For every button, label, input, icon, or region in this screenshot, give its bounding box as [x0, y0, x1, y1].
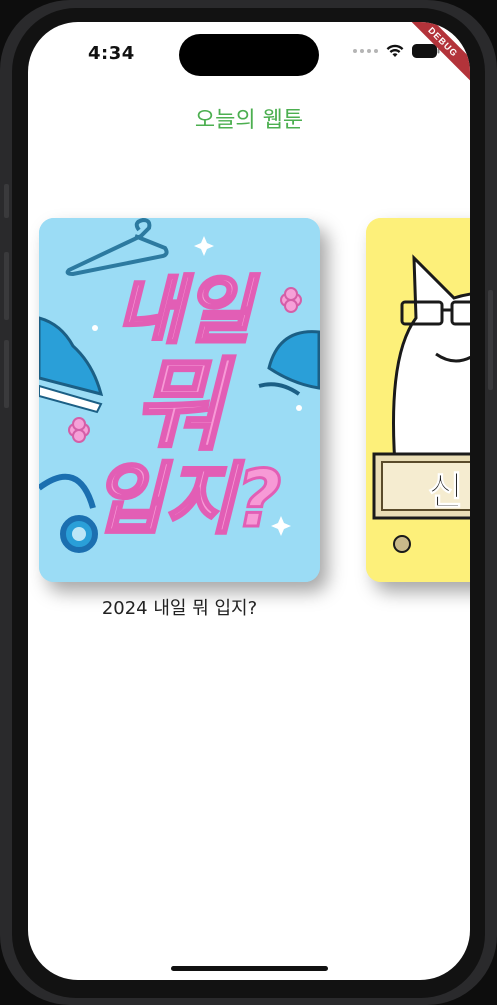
cover-text-1: 신 — [428, 469, 463, 513]
webtoon-card[interactable]: 내일 뭐 입지? — [39, 218, 320, 582]
dynamic-island — [179, 34, 319, 76]
action-button — [4, 184, 9, 218]
volume-up-button — [4, 252, 9, 320]
webtoon-thumbnail: 내일 뭐 입지? — [39, 218, 320, 582]
cover-text-2: 뭐 — [133, 347, 235, 464]
cover-text-3: 입지? — [93, 455, 282, 545]
cover-text-1: 내일 — [116, 268, 260, 354]
webtoon-thumbnail: 신 — [366, 218, 470, 582]
power-button — [488, 290, 493, 390]
status-time: 4:34 — [88, 43, 135, 64]
signal-icon — [353, 49, 378, 53]
webtoon-card[interactable]: 신 — [366, 218, 470, 582]
page-title: 오늘의 웹툰 — [194, 108, 304, 133]
home-indicator[interactable] — [171, 966, 328, 971]
webtoon-carousel[interactable]: 내일 뭐 입지? 2024 내일 뭐 입지? 신 — [28, 218, 470, 638]
volume-down-button — [4, 340, 9, 408]
screen: 4:34 DEBUG 오늘의 웹툰 내일 뭐 입지? 2024 내일 뭐 입지?… — [28, 22, 470, 980]
status-icons — [353, 44, 440, 58]
wifi-icon — [386, 44, 404, 57]
webtoon-title: 2024 내일 뭐 입지? — [101, 598, 258, 619]
phone-frame: 4:34 DEBUG 오늘의 웹툰 내일 뭐 입지? 2024 내일 뭐 입지?… — [0, 0, 497, 1005]
